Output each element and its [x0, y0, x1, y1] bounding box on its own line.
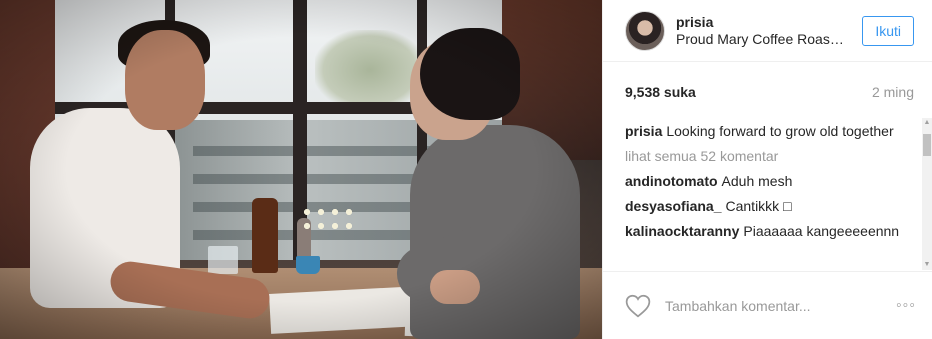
post-stats: 9,538 suka 2 ming: [603, 62, 932, 110]
follow-button[interactable]: Ikuti: [862, 15, 914, 46]
scroll-down-arrow-icon[interactable]: ▼: [922, 260, 932, 270]
heart-outline-icon[interactable]: [625, 294, 651, 318]
scrollbar-thumb[interactable]: [923, 134, 931, 156]
view-all-comments-link[interactable]: lihat semua 52 komentar: [625, 147, 915, 166]
photo-vignette: [0, 0, 602, 339]
comment-username[interactable]: desyasofiana_: [625, 198, 722, 214]
comments-scrollbar[interactable]: ▲ ▼: [922, 118, 932, 270]
scroll-up-arrow-icon[interactable]: ▲: [922, 118, 932, 128]
post-sidebar: prisia Proud Mary Coffee Roasters Ikuti …: [602, 0, 932, 339]
more-options-icon[interactable]: ◦◦◦: [896, 297, 916, 315]
post-author: prisia Proud Mary Coffee Roasters: [676, 14, 862, 48]
comment-text: Aduh mesh: [721, 173, 793, 189]
comment-item: andinotomato Aduh mesh: [625, 172, 915, 191]
caption: prisia Looking forward to grow old togeth…: [625, 122, 915, 141]
post-location[interactable]: Proud Mary Coffee Roasters: [676, 31, 846, 48]
comment-text: Cantikkk □: [725, 198, 792, 214]
add-comment-input[interactable]: [663, 296, 896, 315]
caption-username[interactable]: prisia: [625, 123, 662, 139]
comment-text: Piaaaaaa kangeeeeennn: [743, 223, 900, 239]
comment-username[interactable]: andinotomato: [625, 173, 718, 189]
add-comment-bar: ◦◦◦: [603, 271, 932, 339]
post-photo[interactable]: [0, 0, 602, 339]
like-count[interactable]: 9,538 suka: [625, 84, 696, 110]
comment-item: desyasofiana_ Cantikkk □: [625, 197, 915, 216]
post-modal: prisia Proud Mary Coffee Roasters Ikuti …: [0, 0, 932, 339]
avatar[interactable]: [625, 10, 665, 51]
caption-text: Looking forward to grow old together: [666, 123, 894, 139]
post-header: prisia Proud Mary Coffee Roasters Ikuti: [603, 0, 932, 62]
comment-username[interactable]: kalinaocktaranny: [625, 223, 739, 239]
comment-item: kalinaocktaranny Piaaaaaa kangeeeeennn: [625, 222, 915, 241]
author-username[interactable]: prisia: [676, 14, 862, 31]
post-time[interactable]: 2 ming: [872, 84, 914, 110]
comments-list: prisia Looking forward to grow old togeth…: [625, 122, 915, 270]
